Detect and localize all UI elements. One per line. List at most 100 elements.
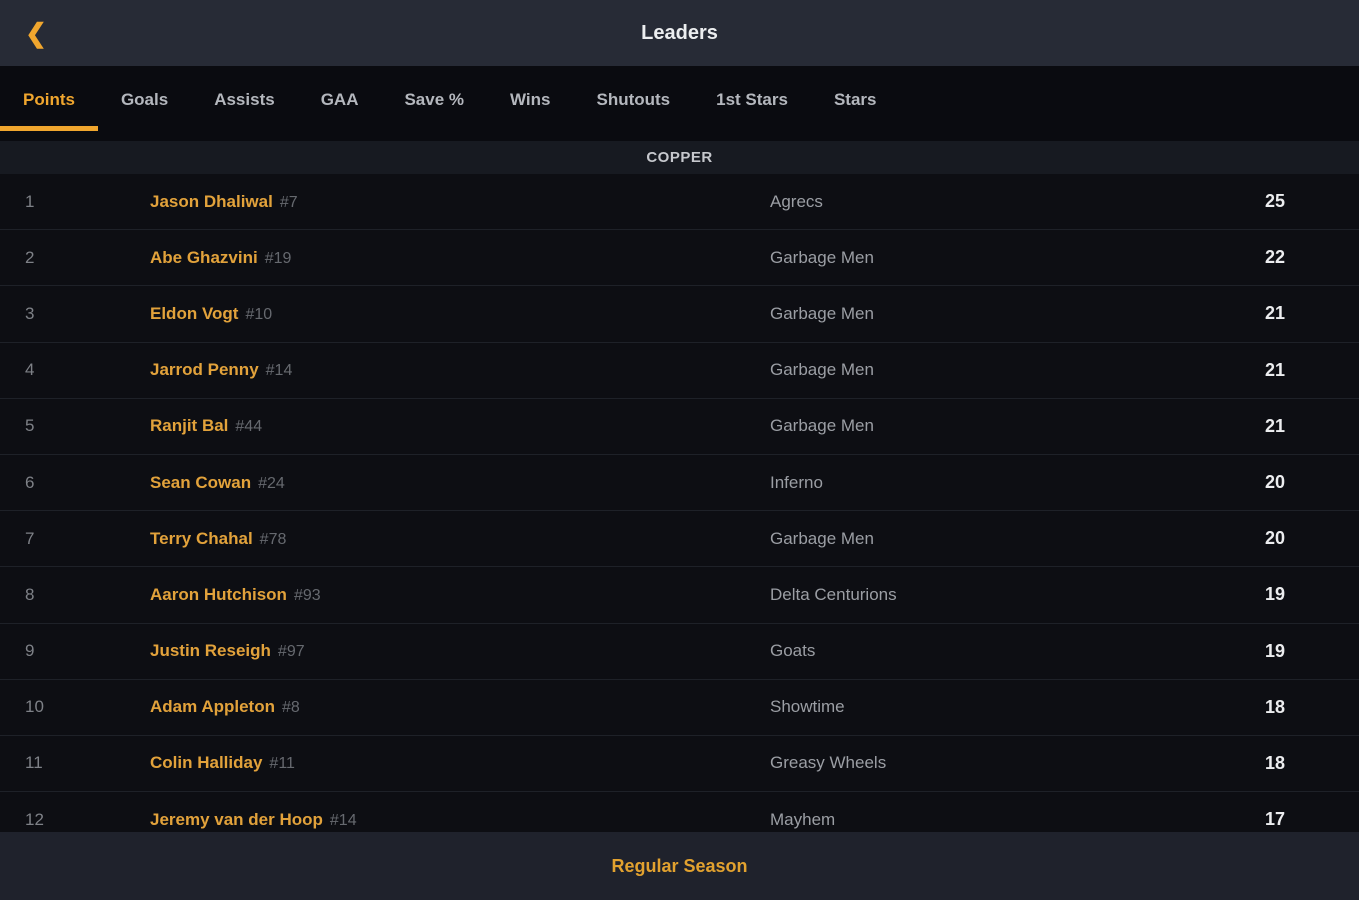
jersey-number: #8 bbox=[281, 699, 300, 717]
rank: 7 bbox=[25, 528, 35, 548]
rank: 3 bbox=[25, 303, 35, 323]
points-value: 20 bbox=[1264, 472, 1285, 493]
jersey-number: #14 bbox=[329, 811, 357, 829]
player-name: Terry Chahal bbox=[150, 528, 253, 548]
player-name: Sean Cowan bbox=[150, 472, 252, 492]
rank: 12 bbox=[25, 809, 44, 829]
team-name: Greasy Wheels bbox=[770, 753, 887, 773]
tab-points[interactable]: Points bbox=[0, 66, 98, 141]
player-name: Aaron Hutchison bbox=[150, 584, 287, 604]
table-row[interactable]: 10 Adam Appleton #8 Showtime 18 bbox=[0, 680, 1359, 736]
tab-wins[interactable]: Wins bbox=[487, 66, 573, 141]
tab-gaa[interactable]: GAA bbox=[298, 66, 382, 141]
player-cell: Adam Appleton #8 bbox=[150, 697, 770, 717]
player-name: Justin Reseigh bbox=[150, 641, 271, 661]
rank: 4 bbox=[25, 360, 35, 380]
player-cell: Ranjit Bal #44 bbox=[150, 416, 770, 436]
tab-1st-stars[interactable]: 1st Stars bbox=[693, 66, 811, 141]
points-value: 18 bbox=[1264, 752, 1285, 773]
points-value: 19 bbox=[1264, 640, 1285, 661]
player-name: Adam Appleton bbox=[150, 697, 275, 717]
points-value: 19 bbox=[1264, 584, 1285, 605]
jersey-number: #10 bbox=[245, 305, 273, 323]
tab-assists[interactable]: Assists bbox=[191, 66, 297, 141]
team-name: Garbage Men bbox=[770, 303, 874, 323]
team-name: Delta Centurions bbox=[770, 584, 897, 604]
division-header: COPPER bbox=[0, 141, 1359, 174]
table-row[interactable]: 12 Jeremy van der Hoop #14 Mayhem 17 bbox=[0, 792, 1359, 832]
points-value: 25 bbox=[1264, 191, 1285, 212]
leaders-screen: ❮ Leaders Points Goals Assists GAA Save … bbox=[0, 0, 1359, 900]
rank: 10 bbox=[25, 697, 44, 717]
team-name: Garbage Men bbox=[770, 416, 874, 436]
rank: 1 bbox=[25, 191, 35, 211]
table-row[interactable]: 8 Aaron Hutchison #93 Delta Centurions 19 bbox=[0, 567, 1359, 624]
player-cell: Abe Ghazvini #19 bbox=[150, 248, 770, 268]
player-name: Jarrod Penny bbox=[150, 360, 259, 380]
rank: 2 bbox=[25, 247, 35, 267]
player-name: Jeremy van der Hoop bbox=[150, 809, 323, 829]
points-value: 21 bbox=[1264, 415, 1285, 436]
tab-save-[interactable]: Save % bbox=[381, 66, 487, 141]
table-row[interactable]: 2 Abe Ghazvini #19 Garbage Men 22 bbox=[0, 230, 1359, 287]
team-name: Garbage Men bbox=[770, 528, 874, 548]
player-cell: Terry Chahal #78 bbox=[150, 529, 770, 549]
player-cell: Colin Halliday #11 bbox=[150, 753, 770, 773]
jersey-number: #97 bbox=[277, 643, 305, 661]
rank: 9 bbox=[25, 641, 35, 661]
season-selector[interactable]: Regular Season bbox=[0, 832, 1359, 900]
jersey-number: #7 bbox=[279, 193, 298, 211]
back-button[interactable]: ❮ bbox=[14, 0, 58, 66]
team-name: Agrecs bbox=[770, 191, 823, 211]
tab-goals[interactable]: Goals bbox=[98, 66, 191, 141]
table-row[interactable]: 4 Jarrod Penny #14 Garbage Men 21 bbox=[0, 343, 1359, 399]
points-value: 18 bbox=[1264, 696, 1285, 717]
team-name: Showtime bbox=[770, 697, 845, 717]
player-name: Ranjit Bal bbox=[150, 416, 229, 436]
tab-stars[interactable]: Stars bbox=[811, 66, 900, 141]
jersey-number: #19 bbox=[264, 249, 292, 267]
table-row[interactable]: 7 Terry Chahal #78 Garbage Men 20 bbox=[0, 511, 1359, 568]
leaders-table: 1 Jason Dhaliwal #7 Agrecs 25 2 Abe Ghazv… bbox=[0, 174, 1359, 832]
player-name: Jason Dhaliwal bbox=[150, 191, 273, 211]
jersey-number: #11 bbox=[269, 755, 295, 773]
jersey-number: #93 bbox=[293, 586, 321, 604]
team-name: Garbage Men bbox=[770, 247, 874, 267]
player-cell: Jarrod Penny #14 bbox=[150, 360, 770, 380]
top-bar: ❮ Leaders bbox=[0, 0, 1359, 66]
points-value: 20 bbox=[1264, 528, 1285, 549]
player-name: Eldon Vogt bbox=[150, 303, 239, 323]
jersey-number: #14 bbox=[265, 362, 293, 380]
table-row[interactable]: 9 Justin Reseigh #97 Goats 19 bbox=[0, 624, 1359, 680]
points-value: 17 bbox=[1264, 809, 1285, 830]
team-name: Mayhem bbox=[770, 809, 836, 829]
player-cell: Jeremy van der Hoop #14 bbox=[150, 810, 770, 830]
chevron-left-icon: ❮ bbox=[25, 17, 47, 48]
team-name: Goats bbox=[770, 641, 816, 661]
points-value: 22 bbox=[1264, 247, 1285, 268]
team-name: Inferno bbox=[770, 472, 823, 492]
rank: 5 bbox=[25, 416, 35, 436]
jersey-number: #24 bbox=[258, 474, 285, 492]
rank: 8 bbox=[25, 584, 35, 604]
season-label: Regular Season bbox=[611, 855, 748, 876]
player-cell: Justin Reseigh #97 bbox=[150, 641, 770, 661]
player-cell: Eldon Vogt #10 bbox=[150, 304, 770, 324]
jersey-number: #44 bbox=[235, 418, 263, 436]
jersey-number: #78 bbox=[259, 530, 287, 548]
stat-category-tabs: Points Goals Assists GAA Save % Wins Shu… bbox=[0, 66, 1359, 141]
table-row[interactable]: 1 Jason Dhaliwal #7 Agrecs 25 bbox=[0, 174, 1359, 231]
page-title: Leaders bbox=[641, 21, 718, 44]
table-row[interactable]: 11 Colin Halliday #11 Greasy Wheels 18 bbox=[0, 736, 1359, 793]
player-name: Colin Halliday bbox=[150, 753, 263, 773]
player-cell: Jason Dhaliwal #7 bbox=[150, 192, 770, 212]
rank: 6 bbox=[25, 472, 35, 492]
team-name: Garbage Men bbox=[770, 360, 874, 380]
table-row[interactable]: 5 Ranjit Bal #44 Garbage Men 21 bbox=[0, 399, 1359, 455]
tab-shutouts[interactable]: Shutouts bbox=[573, 66, 693, 141]
player-cell: Sean Cowan #24 bbox=[150, 473, 770, 493]
points-value: 21 bbox=[1264, 303, 1285, 324]
player-cell: Aaron Hutchison #93 bbox=[150, 585, 770, 605]
table-row[interactable]: 6 Sean Cowan #24 Inferno 20 bbox=[0, 455, 1359, 512]
table-row[interactable]: 3 Eldon Vogt #10 Garbage Men 21 bbox=[0, 286, 1359, 343]
